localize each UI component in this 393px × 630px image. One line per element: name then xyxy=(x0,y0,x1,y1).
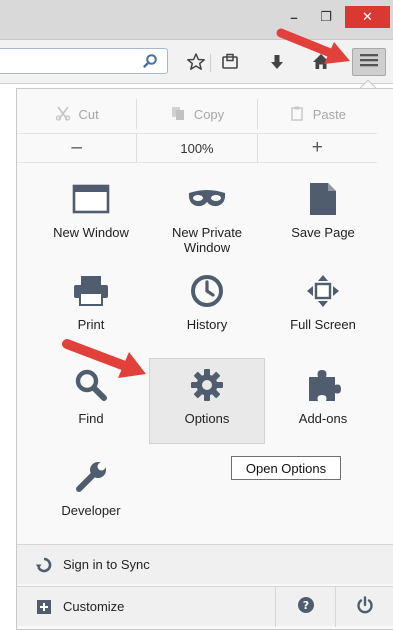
save-page-label: Save Page xyxy=(291,225,355,240)
quit-button[interactable] xyxy=(335,587,393,627)
bookmark-star-icon[interactable] xyxy=(184,50,208,74)
cut-button[interactable]: Cut xyxy=(17,99,136,129)
hamburger-menu-icon xyxy=(360,53,378,72)
add-ons-label: Add-ons xyxy=(298,411,348,426)
sign-in-label: Sign in to Sync xyxy=(63,557,150,572)
search-icon[interactable] xyxy=(140,51,160,71)
scissors-icon xyxy=(55,105,71,124)
developer-button[interactable]: Developer xyxy=(33,457,149,518)
clipboard-icon xyxy=(289,105,305,124)
new-private-window-button[interactable]: New Private Window xyxy=(149,179,265,255)
hamburger-menu-button[interactable] xyxy=(352,48,386,76)
zoom-in-button[interactable]: + xyxy=(256,134,377,162)
print-label: Print xyxy=(77,317,105,332)
options-button[interactable]: Options xyxy=(149,365,265,426)
wrench-icon xyxy=(71,457,111,497)
new-window-icon xyxy=(71,179,111,219)
sync-icon xyxy=(35,556,53,574)
options-tooltip: Open Options xyxy=(231,456,341,480)
close-button[interactable]: ✕ xyxy=(345,6,390,28)
home-icon[interactable] xyxy=(309,50,333,74)
puzzle-piece-icon xyxy=(303,365,343,405)
full-screen-button[interactable]: Full Screen xyxy=(265,271,381,332)
paste-label: Paste xyxy=(312,106,346,122)
history-label: History xyxy=(186,317,228,332)
zoom-reset-button[interactable]: 100% xyxy=(136,134,256,162)
new-private-window-label: New Private Window xyxy=(171,225,243,255)
bookmarks-menu-icon[interactable] xyxy=(218,50,242,74)
help-icon: ? xyxy=(297,596,315,619)
toolbar-separator xyxy=(210,54,211,72)
copy-label: Copy xyxy=(193,106,225,122)
customize-row: Customize ? xyxy=(17,586,393,627)
paste-button[interactable]: Paste xyxy=(256,99,377,129)
download-icon[interactable] xyxy=(265,50,289,74)
new-window-button[interactable]: New Window xyxy=(33,179,149,240)
save-page-button[interactable]: Save Page xyxy=(265,179,381,240)
window-titlebar: – ❐ ✕ xyxy=(0,0,393,40)
save-page-icon xyxy=(303,179,343,219)
developer-label: Developer xyxy=(61,503,121,518)
zoom-controls: – 100% + xyxy=(17,133,377,163)
add-ons-button[interactable]: Add-ons xyxy=(265,365,381,426)
navigation-toolbar xyxy=(0,40,393,84)
gear-icon xyxy=(187,365,227,405)
full-screen-label: Full Screen xyxy=(290,317,356,332)
power-icon xyxy=(356,595,374,619)
printer-icon xyxy=(71,271,111,311)
private-mask-icon xyxy=(187,179,227,219)
cut-label: Cut xyxy=(78,106,99,122)
find-label: Find xyxy=(78,411,104,426)
minimize-button[interactable]: – xyxy=(282,6,306,28)
zoom-out-button[interactable]: – xyxy=(17,134,136,162)
magnifier-icon xyxy=(71,365,111,405)
main-menu-panel: Cut Copy Paste – 100% + New Window New P xyxy=(16,88,393,630)
copy-icon xyxy=(170,105,186,124)
svg-text:?: ? xyxy=(302,599,308,612)
copy-button[interactable]: Copy xyxy=(136,99,256,129)
restore-button[interactable]: ❐ xyxy=(314,6,338,28)
options-label: Options xyxy=(184,411,230,426)
customize-icon xyxy=(35,598,53,616)
new-window-label: New Window xyxy=(53,225,129,240)
print-button[interactable]: Print xyxy=(33,271,149,332)
help-button[interactable]: ? xyxy=(275,587,335,627)
find-button[interactable]: Find xyxy=(33,365,149,426)
customize-label[interactable]: Customize xyxy=(63,599,124,614)
sign-in-to-sync-row[interactable]: Sign in to Sync xyxy=(17,544,393,584)
history-button[interactable]: History xyxy=(149,271,265,332)
clock-icon xyxy=(187,271,227,311)
edit-controls: Cut Copy Paste xyxy=(17,99,377,129)
full-screen-icon xyxy=(303,271,343,311)
